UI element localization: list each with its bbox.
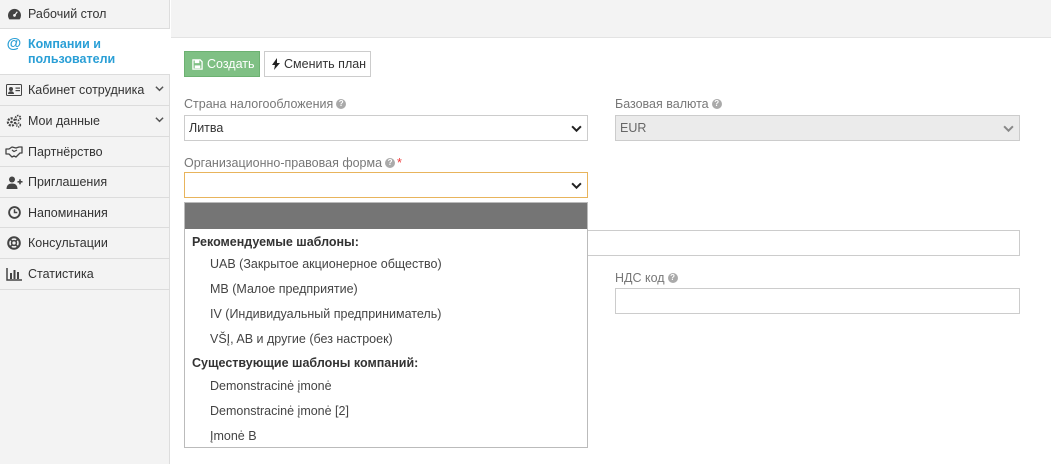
base-currency-label: Базовая валюта ?: [615, 97, 722, 111]
chevron-down-icon: [155, 115, 164, 127]
vat-code-label-text: НДС код: [615, 271, 665, 285]
tax-country-select[interactable]: Литва: [184, 115, 588, 141]
lifebuoy-icon: [5, 236, 23, 250]
id-card-icon: [5, 83, 23, 97]
help-icon[interactable]: ?: [667, 273, 678, 283]
dropdown-option[interactable]: Demonstracinė įmonė [2]: [210, 404, 349, 418]
required-marker: *: [397, 156, 402, 170]
sidebar: Рабочий стол @ Компании и пользователи К…: [0, 0, 170, 464]
sidebar-item-dashboard[interactable]: Рабочий стол: [0, 0, 170, 29]
top-bar: [171, 0, 1051, 38]
save-icon: [192, 58, 203, 70]
vat-code-label: НДС код ?: [615, 271, 678, 285]
dropdown-highlighted-empty-option[interactable]: [185, 203, 587, 229]
dropdown-group-recommended: Рекомендуемые шаблоны:: [192, 235, 359, 249]
bolt-icon: [272, 58, 280, 70]
create-button[interactable]: Создать: [184, 51, 260, 77]
sidebar-item-label: Консультации: [28, 236, 108, 250]
add-user-icon: [5, 175, 23, 189]
legal-form-label: Организационно-правовая форма ? *: [184, 156, 402, 170]
base-currency-value: EUR: [620, 121, 647, 135]
sidebar-item-label: Приглашения: [28, 175, 108, 189]
sidebar-item-label: Мои данные: [28, 114, 100, 128]
sidebar-item-reminders[interactable]: Напоминания: [0, 198, 170, 228]
dropdown-option[interactable]: MB (Малое предприятие): [210, 282, 358, 296]
dropdown-group-existing: Существующие шаблоны компаний:: [192, 356, 419, 370]
sidebar-item-my-data[interactable]: Мои данные: [0, 106, 170, 137]
sidebar-item-label: Статистика: [28, 267, 94, 281]
dropdown-option[interactable]: Įmonė B: [210, 429, 257, 443]
create-button-label: Создать: [207, 57, 255, 71]
legal-form-dropdown: Рекомендуемые шаблоны: UAB (Закрытое акц…: [184, 202, 588, 448]
base-currency-select: EUR: [615, 115, 1020, 141]
sidebar-item-label: Рабочий стол: [28, 7, 107, 21]
tax-country-label: Страна налогообложения ?: [184, 97, 347, 111]
chevron-down-icon: [155, 84, 164, 96]
sidebar-item-consultations[interactable]: Консультации: [0, 228, 170, 259]
sidebar-item-invitations[interactable]: Приглашения: [0, 167, 170, 198]
help-icon[interactable]: ?: [711, 99, 722, 109]
dropdown-option[interactable]: Demonstracinė įmonė: [210, 379, 332, 393]
dropdown-option[interactable]: IV (Индивидуальный предприниматель): [210, 307, 441, 321]
sidebar-item-statistics[interactable]: Статистика: [0, 259, 170, 290]
sidebar-item-label: Партнёрство: [28, 144, 103, 159]
sidebar-item-label: Кабинет сотрудника: [28, 83, 145, 97]
tax-country-value: Литва: [189, 121, 224, 135]
help-icon[interactable]: ?: [336, 99, 347, 109]
clock-icon: [5, 206, 23, 220]
sidebar-item-partnership[interactable]: Партнёрство: [0, 137, 170, 167]
legal-form-label-text: Организационно-правовая форма: [184, 156, 383, 170]
bar-chart-icon: [5, 267, 23, 281]
at-icon: @: [6, 34, 22, 52]
base-currency-label-text: Базовая валюта: [615, 97, 709, 111]
dashboard-icon: [5, 7, 23, 21]
chevron-down-icon: [571, 180, 582, 194]
chevron-down-icon: [1003, 123, 1014, 137]
chevron-down-icon: [571, 123, 582, 137]
sidebar-item-label: Напоминания: [28, 205, 108, 220]
dropdown-option[interactable]: UAB (Закрытое акционерное общество): [210, 257, 442, 271]
sidebar-item-label: Компании и пользователи: [28, 37, 116, 66]
sidebar-item-employee-cabinet[interactable]: Кабинет сотрудника: [0, 75, 170, 106]
help-icon[interactable]: ?: [385, 158, 396, 168]
legal-form-select[interactable]: [184, 172, 588, 198]
tax-country-label-text: Страна налогообложения: [184, 97, 334, 111]
dropdown-option[interactable]: VŠĮ, AB и другие (без настроек): [210, 332, 393, 346]
sidebar-item-companies[interactable]: @ Компании и пользователи: [0, 29, 170, 75]
gears-icon: [5, 114, 23, 128]
vat-code-input[interactable]: [615, 288, 1020, 314]
change-plan-button[interactable]: Сменить план: [264, 51, 371, 77]
handshake-icon: [5, 145, 23, 159]
change-plan-button-label: Сменить план: [284, 57, 367, 71]
